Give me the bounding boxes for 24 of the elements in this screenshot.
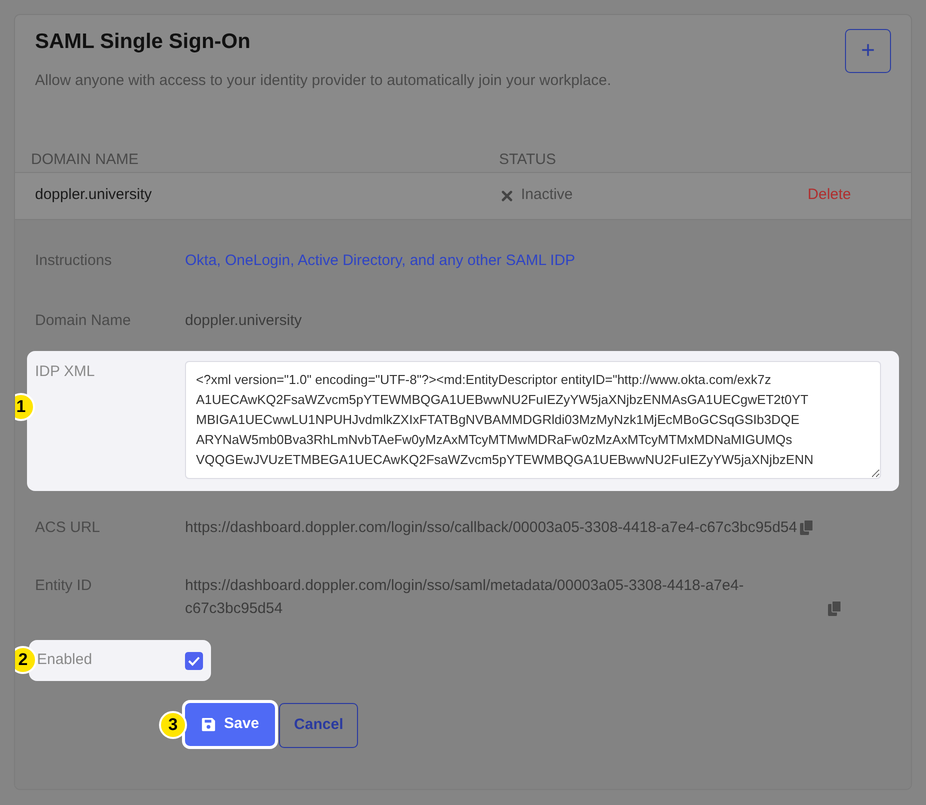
delete-link[interactable]: Delete xyxy=(808,184,851,207)
card-description: Allow anyone with access to your identity provider to automatically join your workplace. xyxy=(35,71,612,92)
step-marker: 3 xyxy=(159,711,187,739)
url-text: https://dashboard.doppler.com/login/sso/callback/00003a05-3308-4418-a7e4-c67c3bc95d54 xyxy=(185,518,798,538)
cancel-button[interactable]: Cancel xyxy=(279,703,358,748)
field-label: IDP XML xyxy=(35,362,96,382)
step-marker: 2 xyxy=(15,646,37,674)
column-header: STATUS xyxy=(499,150,556,170)
url-text: https://dashboard.doppler.com/login/sso/saml/metadata/00003a05-3308-4418-a7e4-c67c3bc95d54 xyxy=(185,576,745,618)
save-button[interactable]: Save xyxy=(185,703,276,746)
column-header: DOMAIN NAME xyxy=(31,150,140,170)
add-button[interactable]: + xyxy=(845,29,891,73)
instructions-link[interactable]: Okta, OneLogin, Active Directory, and any other SAML IDP xyxy=(185,250,576,272)
field-value: doppler.university xyxy=(185,311,302,331)
xml-field[interactable]: <?xml version="1.0" encoding="UTF-8"?><md:EntityDescriptor entityID="http://www.okta.com/exk7z A1UECAwKQ2FsaWZvcm5pYTEWMBQGA1UEBwwNU2FuIEZyYW5jaXNjbzENMAsGA1UECgwET2t0YT MBIGA1UECwwLU1NPUHJvdmlkZXIxFTATBgNVBAMMDGRldi03MzMyNzk1MjEcMBoGCSqGSIb3DQE ARYNaW5mb0Bva3RhLmNvbTAeFw0yMzAxMTcyMTMwMDRaFw0zMzAxMTcyMTMxMDNaMIGUMQs VQQGEwJVUzETMBEGA1UECAwKQ2FsaWZvcm5pYTEWMBQGA1UEBwwNU2FuIEZyYW5jaXNjbzENN xyxy=(185,360,881,478)
field-label: Enabled xyxy=(37,650,92,670)
card-title: SAML Single Sign-On xyxy=(35,29,252,54)
field-label: ACS URL xyxy=(35,518,102,538)
status-text: Inactive xyxy=(521,185,573,206)
field-label: Domain Name xyxy=(35,311,132,331)
domain-cell-text: doppler.university xyxy=(35,185,153,206)
step-marker: 1 xyxy=(15,392,35,420)
field-label: Instructions xyxy=(35,250,113,270)
field-label: Entity ID xyxy=(35,576,93,596)
